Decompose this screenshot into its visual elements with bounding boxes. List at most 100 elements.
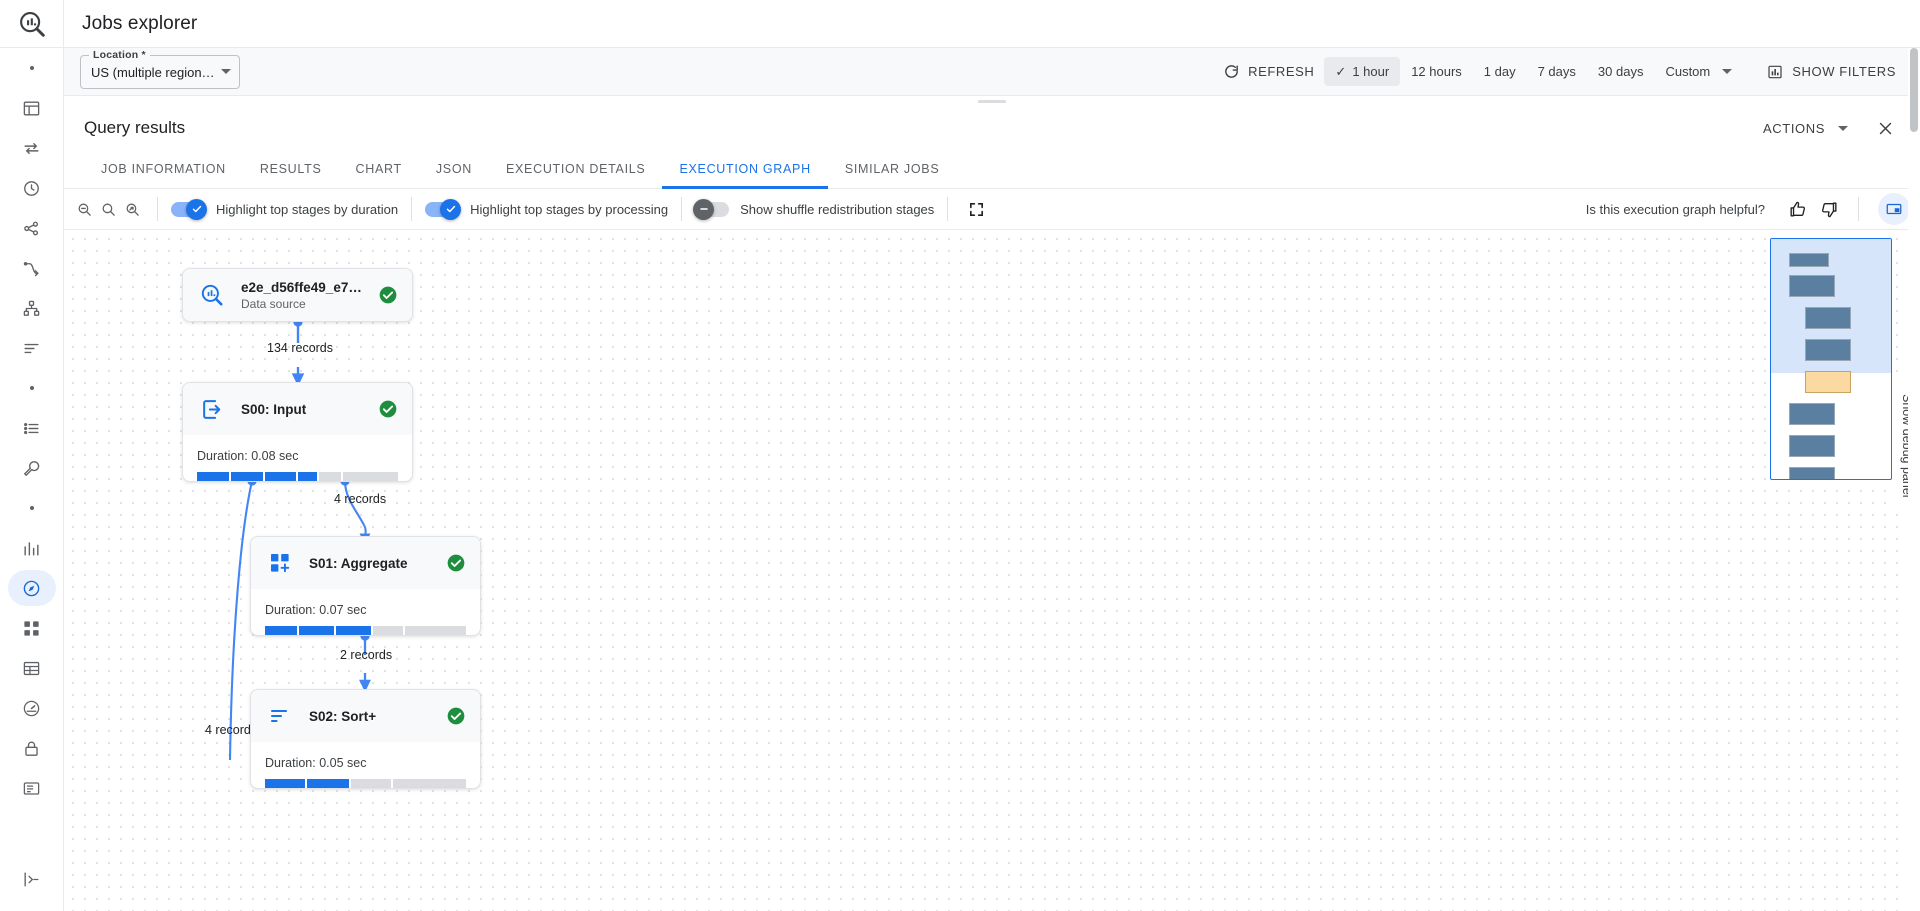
node-titles: e2e_d56ffe49_e78a_482a_ Data source [241,280,368,311]
node-body: Duration: 0.08 sec [183,435,412,482]
tab-label: EXECUTION GRAPH [679,162,810,176]
duration-bar [197,472,398,481]
grip-icon [978,100,1006,103]
chevron-down-icon [221,69,231,74]
scrollbar-thumb[interactable] [1910,48,1918,132]
sidebar-item-bi-engine[interactable] [0,688,64,728]
thumb-up-icon[interactable] [1781,193,1813,225]
duration-bar [265,779,466,788]
sidebar-item-admin[interactable] [0,448,64,488]
sidebar-item-pinned[interactable] [0,48,64,88]
range-1-hour[interactable]: ✓ 1 hour [1324,57,1400,86]
sidebar-item-jobs-explorer[interactable] [0,568,64,608]
range-label: 7 days [1538,64,1576,79]
toolbar-divider [947,197,948,221]
duration-segment [231,472,263,481]
fit-screen-icon[interactable] [961,194,991,224]
duration-segment [393,779,466,788]
range-12-hours[interactable]: 12 hours [1400,57,1473,86]
sidebar-item-analytics-hub[interactable] [0,208,64,248]
bigquery-logo-icon[interactable] [0,0,64,48]
graph-node-s02[interactable]: S02: Sort+ Duration: 0.05 sec [250,689,481,789]
tab-chart[interactable]: CHART [339,150,419,188]
graph-node-s01[interactable]: S01: Aggregate Duration: 0.07 sec [250,536,481,636]
sidebar-item-data-canvas[interactable] [0,288,64,328]
thumb-down-icon[interactable] [1813,193,1845,225]
check-circle-icon [446,553,466,573]
page-scrollbar[interactable] [1908,48,1920,911]
sidebar-item-dataform[interactable] [0,248,64,288]
zoom-in-icon[interactable] [120,194,144,224]
graph-node-s00[interactable]: S00: Input Duration: 0.08 sec [182,382,413,482]
query-results-header-actions: ACTIONS [1755,111,1902,145]
refresh-label: REFRESH [1248,64,1314,79]
sidebar-item-release-notes[interactable] [0,768,64,808]
actions-button[interactable]: ACTIONS [1755,114,1856,143]
sidebar-item-divider-dot-2 [0,488,64,528]
range-7-days[interactable]: 7 days [1527,57,1587,86]
execution-graph-canvas-wrap[interactable]: e2e_d56ffe49_e78a_482a_ Data source 134 … [64,230,1920,911]
toggle-highlight-processing[interactable]: Highlight top stages by processing [425,202,668,217]
refresh-icon [1223,63,1240,80]
zoom-icon[interactable] [96,194,120,224]
location-select[interactable]: Location * US (multiple regions in Un… [80,55,240,89]
edge-label-134-records: 134 records [267,341,333,355]
zoom-out-icon[interactable] [72,194,96,224]
check-circle-icon [378,285,398,305]
tab-json[interactable]: JSON [419,150,489,188]
sidebar-item-dashboards[interactable] [0,88,64,128]
sidebar-item-policy-tags[interactable] [0,408,64,448]
sidebar-item-data-preparation[interactable] [0,328,64,368]
minimap-node [1805,339,1851,361]
graph-toolbar-right: Is this execution graph helpful? [1586,193,1920,225]
execution-graph-canvas[interactable]: e2e_d56ffe49_e78a_482a_ Data source 134 … [64,230,1920,911]
sidebar-item-capacity-management[interactable] [0,608,64,648]
duration-segment [307,779,350,788]
switch-track [171,202,205,217]
range-1-day[interactable]: 1 day [1473,57,1527,86]
tab-execution-graph[interactable]: EXECUTION GRAPH [662,150,827,188]
node-titles: S00: Input [241,402,368,417]
query-results-title: Query results [84,118,185,138]
toolbar-divider [157,197,158,221]
graph-node-data-source[interactable]: e2e_d56ffe49_e78a_482a_ Data source [182,268,413,322]
show-filters-label: SHOW FILTERS [1792,64,1896,79]
show-filters-button[interactable]: SHOW FILTERS [1757,57,1906,87]
duration-segment [299,626,334,635]
refresh-button[interactable]: REFRESH [1213,56,1324,87]
range-label: 1 day [1484,64,1516,79]
tab-similar-jobs[interactable]: SIMILAR JOBS [828,150,957,188]
edge-label-2-records: 2 records [340,648,392,662]
tab-results[interactable]: RESULTS [243,150,339,188]
tab-label: JOB INFORMATION [101,162,226,176]
tab-execution-details[interactable]: EXECUTION DETAILS [489,150,662,188]
sidebar-item-scheduled-queries[interactable] [0,168,64,208]
range-custom[interactable]: Custom [1654,57,1743,86]
range-30-days[interactable]: 30 days [1587,57,1655,86]
node-header: S01: Aggregate [251,537,480,589]
bigquery-source-icon [197,282,227,308]
duration-segment [197,472,229,481]
sidebar-item-reservations[interactable] [0,648,64,688]
switch-knob [693,199,714,220]
sidebar-item-monitoring[interactable] [0,528,64,568]
tab-label: RESULTS [260,162,322,176]
graph-minimap[interactable] [1770,238,1892,480]
aggregate-icon [265,551,295,575]
side-panel-icon[interactable] [1878,193,1910,225]
duration-segment [343,472,398,481]
node-title: S02: Sort+ [309,709,436,724]
sidebar-item-transfers[interactable] [0,128,64,168]
toggle-highlight-duration[interactable]: Highlight top stages by duration [171,202,398,217]
node-title: S00: Input [241,402,368,417]
filter-bar: Location * US (multiple regions in Un… R… [64,48,1920,96]
toggle-shuffle-stages[interactable]: Show shuffle redistribution stages [695,202,934,217]
expand-panel-icon[interactable] [0,859,64,899]
toggle-label: Highlight top stages by processing [470,202,668,217]
query-results-drag-handle[interactable] [64,96,1920,106]
close-icon[interactable] [1868,111,1902,145]
duration-segment [373,626,403,635]
main-region: Jobs explorer Location * US (multiple re… [64,0,1920,911]
sidebar-item-data-security[interactable] [0,728,64,768]
tab-job-information[interactable]: JOB INFORMATION [84,150,243,188]
